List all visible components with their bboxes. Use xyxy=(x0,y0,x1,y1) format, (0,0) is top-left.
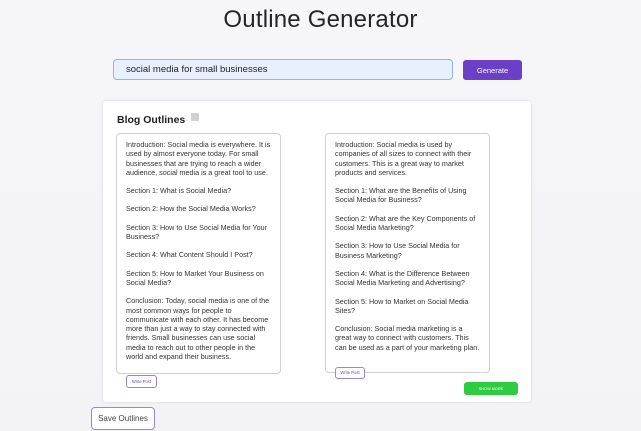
save-outlines-button[interactable]: Save Outlines xyxy=(91,407,155,430)
outline-2-paragraph: Conclusion: Social media marketing is a … xyxy=(335,324,480,352)
write-post-button-2[interactable]: Write Post xyxy=(335,366,365,379)
panel-title: Blog Outlines xyxy=(117,114,186,126)
panel-header: Blog Outlines xyxy=(117,113,200,126)
outline-1-paragraph: Section 4: What Content Should I Post? xyxy=(126,250,253,260)
outline-1-paragraph: Section 1: What is Social Media? xyxy=(126,186,232,196)
outline-1-paragraph: Section 3: How to Use Social Media for Y… xyxy=(126,222,268,242)
show-more-button[interactable]: SHOW MORE xyxy=(464,382,518,395)
outline-2-paragraph: Introduction: Social media is used by co… xyxy=(335,140,472,177)
outline-2-paragraph: Section 1: What are the Benefits of Usin… xyxy=(335,186,467,205)
info-icon[interactable] xyxy=(191,113,200,121)
topic-input[interactable] xyxy=(113,59,453,80)
outline-2-paragraph: Section 3: How to Use Social Media for B… xyxy=(335,241,460,260)
outline-1-paragraph: Conclusion: Today, social media is one o… xyxy=(126,296,270,362)
write-post-button-1[interactable]: Write Post xyxy=(126,375,157,389)
outline-card-1: Introduction: Social media is everywhere… xyxy=(116,133,281,389)
outline-1-paragraph: Section 2: How the Social Media Works? xyxy=(126,204,256,214)
outline-1-paragraph: Introduction: Social media is everywhere… xyxy=(126,140,271,177)
outline-2-paragraph: Section 4: What is the Difference Betwee… xyxy=(335,268,470,288)
outline-2-paragraph: Section 2: What are the Key Components o… xyxy=(335,213,476,233)
outline-1-paragraph: Section 5: How to Market Your Business o… xyxy=(126,268,264,287)
page-title: Outline Generator xyxy=(223,6,418,33)
outline-2-paragraph: Section 5: How to Market on Social Media… xyxy=(335,296,469,315)
outline-card-2: Introduction: Social media is used by co… xyxy=(325,133,490,379)
outline-generator-page: Outline Generator Generate Blog Outlines… xyxy=(0,0,641,431)
generate-button[interactable]: Generate xyxy=(463,60,522,80)
blog-outlines-panel: Blog Outlines Introduction: Social media… xyxy=(103,101,531,402)
